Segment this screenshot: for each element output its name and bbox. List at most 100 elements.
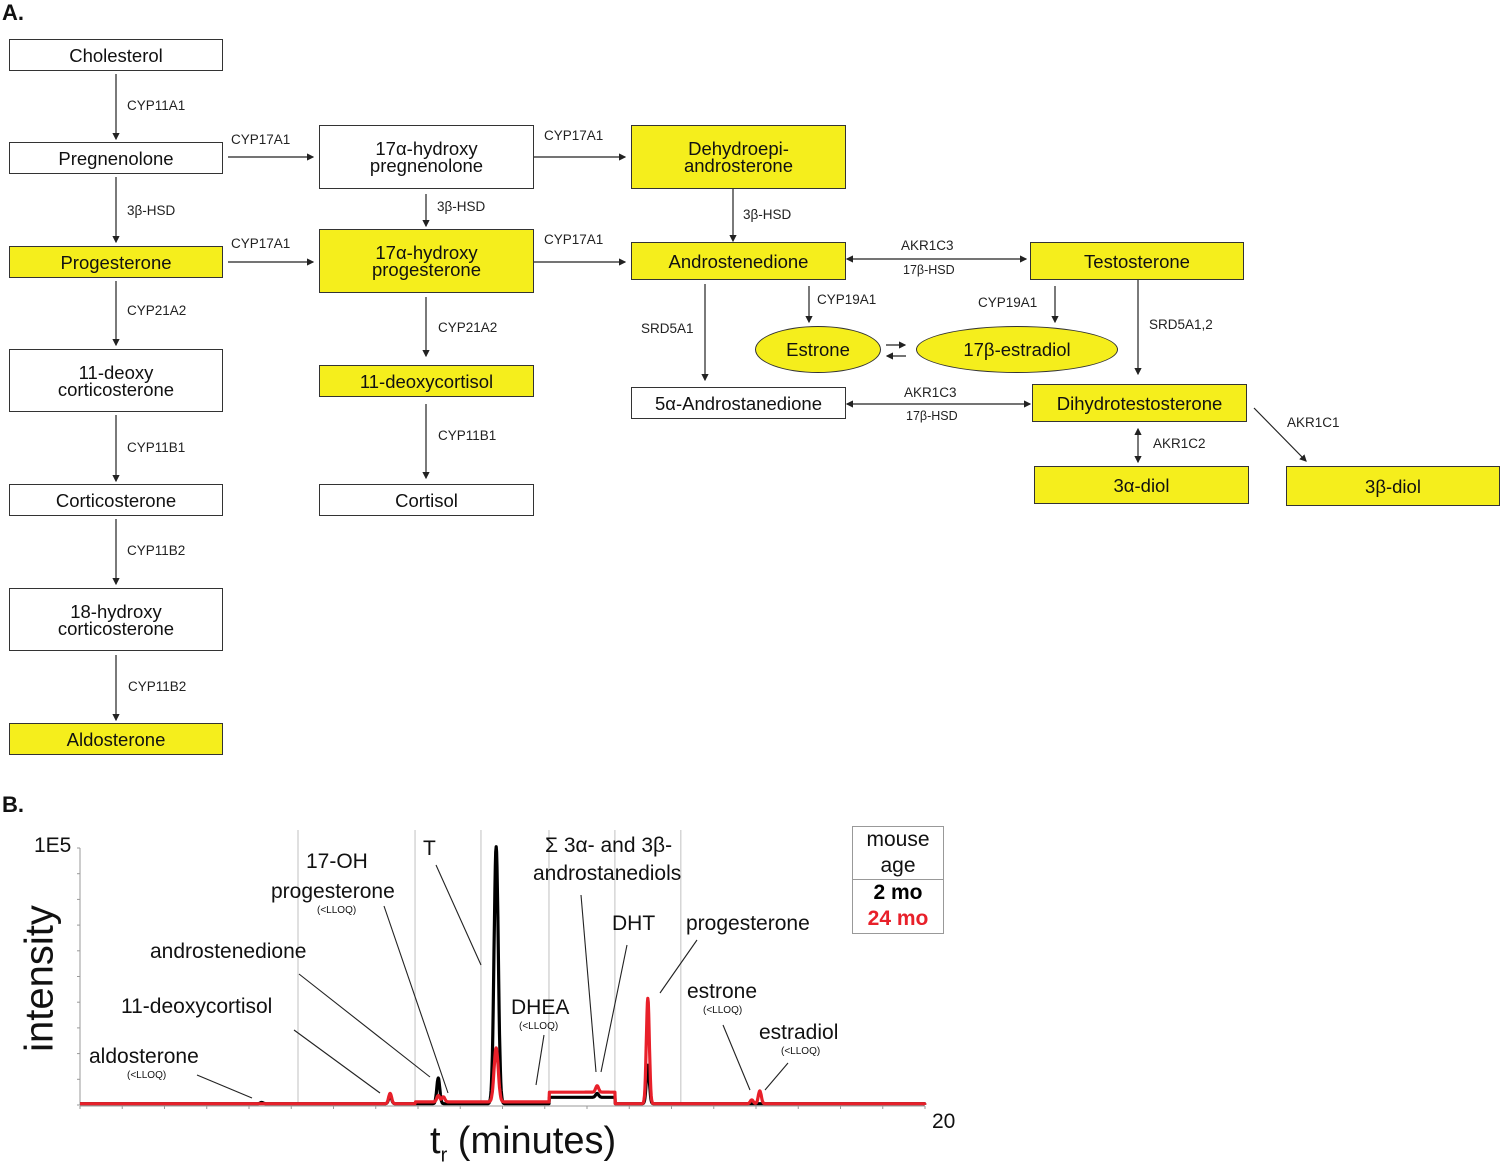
annotation-estrone: estrone xyxy=(687,980,758,1003)
legend-item-2mo: 2 mo xyxy=(873,881,923,904)
node-cholesterol: Cholesterol xyxy=(9,39,223,71)
panel-b-label: B. xyxy=(2,792,24,817)
enzyme-label: CYP11A1 xyxy=(127,98,186,113)
legend-title: mouse age xyxy=(853,827,943,880)
annotation-leader-line xyxy=(298,973,431,1078)
node-label: 3β-diol xyxy=(1365,475,1421,497)
x-axis-label: tr (minutes) xyxy=(430,1120,616,1168)
x-tick-label: 20 xyxy=(932,1110,956,1133)
node-estradiol: 17β-estradiol xyxy=(916,326,1118,373)
annotation-17oh-line2: progesterone xyxy=(271,880,395,903)
node-label: Testosterone xyxy=(1084,250,1190,272)
node-label-line2: androsterone xyxy=(683,155,794,176)
enzyme-label: 3β-HSD xyxy=(743,207,792,222)
legend-title-line2: age xyxy=(880,854,916,877)
enzyme-label: SRD5A1,2 xyxy=(1149,317,1213,332)
enzyme-label: CYP19A1 xyxy=(817,292,877,307)
enzyme-label: 17β-HSD xyxy=(906,409,958,423)
node-aldosterone: Aldosterone xyxy=(9,723,223,755)
node-label-line2: pregnenolone xyxy=(369,155,484,176)
legend: mouse age 2 mo 24 mo xyxy=(852,826,944,934)
node-label-line2: progesterone xyxy=(371,259,482,280)
enzyme-label: CYP21A2 xyxy=(127,303,187,318)
node-pregnenolone: Pregnenolone xyxy=(9,142,223,174)
enzyme-label: 3β-HSD xyxy=(127,203,176,218)
x-axis-label-main: t xyxy=(430,1120,441,1162)
annotation-leader-line xyxy=(600,944,628,1073)
node-3b-diol: 3β-diol xyxy=(1286,466,1500,506)
annotation-testosterone: T xyxy=(423,837,436,860)
node-label-line1: 18-hydroxy xyxy=(70,600,162,622)
series xyxy=(78,845,927,1106)
node-androstenedione: Androstenedione xyxy=(631,242,846,280)
annotation-aldosterone: aldosterone xyxy=(89,1045,199,1068)
annotation-leader-line xyxy=(535,1034,545,1086)
annotation-diols-line2: androstanediols xyxy=(533,862,682,885)
node-testosterone: Testosterone xyxy=(1030,242,1244,280)
node-18-hydroxycorticosterone: 18-hydroxy corticosterone xyxy=(9,588,223,651)
enzyme-label: AKR1C3 xyxy=(901,238,954,253)
annotation-leader-line xyxy=(764,1062,789,1091)
node-corticosterone: Corticosterone xyxy=(9,484,223,516)
enzyme-label: CYP11B1 xyxy=(438,428,497,443)
node-11-deoxycortisol: 11-deoxycortisol xyxy=(319,365,534,397)
enzyme-label: CYP19A1 xyxy=(978,295,1038,310)
annotation-lloq: (<LLOQ) xyxy=(519,1021,559,1032)
node-progesterone: Progesterone xyxy=(9,246,223,278)
node-5a-androstanedione: 5α-Androstanedione xyxy=(631,387,846,419)
legend-item-24mo: 24 mo xyxy=(867,907,929,930)
node-dihydrotestosterone: Dihydrotestosterone xyxy=(1032,384,1247,422)
node-label: Dihydrotestosterone xyxy=(1056,392,1223,414)
annotation-lloq: (<LLOQ) xyxy=(317,905,357,916)
node-11-deoxycorticosterone: 11-deoxy corticosterone xyxy=(9,349,223,412)
annotation-leader-line xyxy=(435,864,482,966)
annotation-androstenedione: androstenedione xyxy=(150,940,307,963)
annotation-dht: DHT xyxy=(612,912,656,935)
enzyme-label: 17β-HSD xyxy=(903,263,955,277)
node-dhea: Dehydroepi-androsterone xyxy=(631,125,846,189)
enzyme-label: CYP17A1 xyxy=(231,236,291,251)
annotation-leader-line xyxy=(580,894,597,1073)
node-label: 3α-diol xyxy=(1113,474,1170,496)
enzyme-label: CYP11B2 xyxy=(127,543,186,558)
enzyme-label: CYP11B1 xyxy=(127,440,186,455)
node-label: 17β-estradiol xyxy=(963,339,1071,360)
enzyme-label: 3β-HSD xyxy=(437,199,486,214)
annotation-dhea: DHEA xyxy=(511,996,570,1019)
node-label: Cholesterol xyxy=(69,44,163,66)
node-17oh-progesterone: 17α-hydroxy progesterone xyxy=(319,229,534,293)
node-cortisol: Cortisol xyxy=(319,484,534,516)
enzyme-label: CYP17A1 xyxy=(231,132,291,147)
node-label: Cortisol xyxy=(395,489,458,511)
annotation-lloq: (<LLOQ) xyxy=(781,1046,821,1057)
node-label: Pregnenolone xyxy=(58,147,174,169)
node-label: Corticosterone xyxy=(55,489,177,511)
annotation-leader-line xyxy=(383,905,449,1094)
node-label: 11-deoxycortisol xyxy=(359,370,494,392)
annotation-leader-line xyxy=(722,1024,751,1091)
enzyme-label: AKR1C1 xyxy=(1287,415,1340,430)
axes xyxy=(77,847,926,1109)
enzyme-label: CYP17A1 xyxy=(544,128,604,143)
enzyme-label: CYP11B2 xyxy=(128,679,187,694)
node-label: Estrone xyxy=(786,339,850,360)
enzyme-label: AKR1C2 xyxy=(1153,436,1206,451)
annotation-leader-line xyxy=(293,1029,381,1094)
annotation-progesterone: progesterone xyxy=(686,912,810,935)
annotation-lloq: (<LLOQ) xyxy=(703,1005,743,1016)
annotation-lloq: (<LLOQ) xyxy=(127,1070,167,1081)
node-label: Androstenedione xyxy=(668,250,809,272)
node-3a-diol: 3α-diol xyxy=(1034,466,1249,504)
node-estrone: Estrone xyxy=(755,326,881,373)
enzyme-label: SRD5A1 xyxy=(641,321,694,336)
annotation-leader-line xyxy=(196,1074,253,1099)
node-label-line1: 11-deoxy xyxy=(78,361,154,383)
annotation-estradiol: estradiol xyxy=(759,1021,839,1044)
y-tick-label: 1E5 xyxy=(34,834,72,857)
node-17oh-pregnenolone: 17α-hydroxy pregnenolone xyxy=(319,125,534,189)
node-label: Progesterone xyxy=(60,251,172,273)
x-axis-label-rest: (minutes) xyxy=(447,1120,617,1162)
node-label-line2: corticosterone xyxy=(57,378,175,400)
node-label: 5α-Androstanedione xyxy=(654,392,823,414)
node-label: Aldosterone xyxy=(66,728,166,750)
